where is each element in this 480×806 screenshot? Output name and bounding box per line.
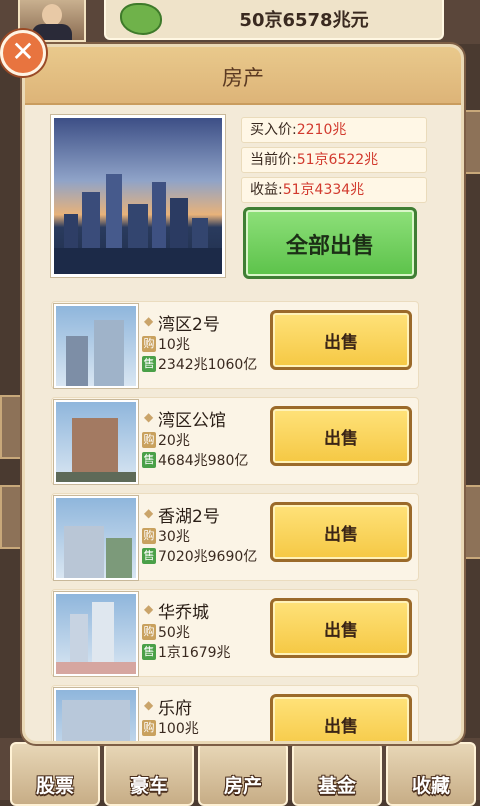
buy-price: 100兆 <box>158 721 199 737</box>
nav-label: 基金 <box>317 775 356 797</box>
sell-row: 售 4684兆980亿 <box>142 452 248 470</box>
profit-value: 51京4334兆 <box>282 182 365 198</box>
buy-price: 20兆 <box>158 433 190 449</box>
diamond-icon: ◆ <box>144 314 154 328</box>
buy-tag: 购 <box>142 528 156 544</box>
sell-price: 2342兆1060亿 <box>158 357 258 373</box>
property-image <box>54 304 138 388</box>
sell-all-label: 全部出售 <box>285 234 374 259</box>
property-modal: 房产 买入价:2210兆 当前价:51京6522兆 收益:51京4334兆 全部… <box>22 44 464 744</box>
nav-stocks[interactable]: 股票 <box>10 742 100 806</box>
profit-label: 收益: <box>250 182 283 198</box>
property-item: ◆ 湾区公馆 购 20兆 售 4684兆980亿 出售 <box>51 397 419 485</box>
nav-label: 股票 <box>35 775 74 797</box>
buy-price: 30兆 <box>158 529 190 545</box>
diamond-icon: ◆ <box>144 602 154 616</box>
property-item: ◆ 湾区2号 购 10兆 售 2342兆1060亿 出售 <box>51 301 419 389</box>
property-name: 乐府 <box>158 699 192 719</box>
property-image <box>54 592 138 676</box>
sell-price: 7020兆9690亿 <box>158 549 258 565</box>
sell-button[interactable]: 出售 <box>270 502 412 562</box>
nav-property[interactable]: 房产 <box>198 742 288 806</box>
sell-button[interactable]: 出售 <box>270 694 412 741</box>
sell-tag: 售 <box>142 644 156 660</box>
sell-row: 售 1京1679兆 <box>142 644 231 662</box>
property-image <box>54 400 138 484</box>
buy-price: 买入价:2210兆 <box>241 117 427 143</box>
bottom-nav: 股票 豪车 房产 基金 收藏 <box>0 738 480 806</box>
buy-row: 购 100兆 <box>142 720 199 738</box>
buy-price: 10兆 <box>158 337 190 353</box>
money-display: 50京6578兆元 <box>104 0 444 40</box>
diamond-icon: ◆ <box>144 410 154 424</box>
property-image <box>54 496 138 580</box>
nav-label: 豪车 <box>129 775 168 797</box>
sell-row: 售 7020兆9690亿 <box>142 548 257 566</box>
close-button[interactable]: ✕ <box>0 30 46 76</box>
modal-title: 房产 <box>222 66 264 90</box>
property-item: ◆ 香湖2号 购 30兆 售 7020兆9690亿 出售 <box>51 493 419 581</box>
sell-all-button[interactable]: 全部出售 <box>243 207 417 279</box>
property-name: 湾区公馆 <box>158 411 226 431</box>
nav-funds[interactable]: 基金 <box>292 742 382 806</box>
nav-label: 收藏 <box>411 775 450 797</box>
buy-tag: 购 <box>142 432 156 448</box>
buy-tag: 购 <box>142 624 156 640</box>
property-name: 华乔城 <box>158 603 209 623</box>
sell-price: 4684兆980亿 <box>158 453 249 469</box>
sell-button-label: 出售 <box>324 333 358 353</box>
nav-cars[interactable]: 豪车 <box>104 742 194 806</box>
nav-label: 房产 <box>223 775 262 797</box>
diamond-icon: ◆ <box>144 506 154 520</box>
buy-price: 50兆 <box>158 625 190 641</box>
close-icon: ✕ <box>11 35 35 68</box>
sell-tag: 售 <box>142 356 156 372</box>
property-item: ◆ 华乔城 购 50兆 售 1京1679兆 出售 <box>51 589 419 677</box>
buy-price-value: 2210兆 <box>296 122 347 138</box>
buy-row: 购 10兆 <box>142 336 190 354</box>
top-bar: 50京6578兆元 <box>0 0 480 44</box>
sell-price: 1京1679兆 <box>158 645 231 661</box>
profit: 收益:51京4334兆 <box>241 177 427 203</box>
avatar-head <box>42 4 62 26</box>
buy-price-label: 买入价: <box>250 122 297 138</box>
property-image <box>54 688 138 741</box>
sell-button-label: 出售 <box>324 717 358 737</box>
current-price: 当前价:51京6522兆 <box>241 147 427 173</box>
buy-tag: 购 <box>142 720 156 736</box>
buy-row: 购 30兆 <box>142 528 190 546</box>
sell-button[interactable]: 出售 <box>270 406 412 466</box>
property-name: 香湖2号 <box>158 507 220 527</box>
buy-row: 购 50兆 <box>142 624 190 642</box>
buy-row: 购 20兆 <box>142 432 190 450</box>
sell-button[interactable]: 出售 <box>270 598 412 658</box>
cash-icon <box>120 3 162 35</box>
city-skyline-image <box>51 115 225 277</box>
nav-collection[interactable]: 收藏 <box>386 742 476 806</box>
property-item: ◆ 乐府 购 100兆 出售 <box>51 685 419 741</box>
sell-tag: 售 <box>142 548 156 564</box>
money-amount: 50京6578兆元 <box>239 10 369 31</box>
current-price-value: 51京6522兆 <box>296 152 379 168</box>
buy-tag: 购 <box>142 336 156 352</box>
sell-tag: 售 <box>142 452 156 468</box>
sell-button-label: 出售 <box>324 429 358 449</box>
sell-button-label: 出售 <box>324 621 358 641</box>
property-name: 湾区2号 <box>158 315 220 335</box>
modal-header: 房产 <box>25 47 461 105</box>
sell-button-label: 出售 <box>324 525 358 545</box>
diamond-icon: ◆ <box>144 698 154 712</box>
sell-button[interactable]: 出售 <box>270 310 412 370</box>
sell-row: 售 2342兆1060亿 <box>142 356 257 374</box>
current-price-label: 当前价: <box>250 152 297 168</box>
